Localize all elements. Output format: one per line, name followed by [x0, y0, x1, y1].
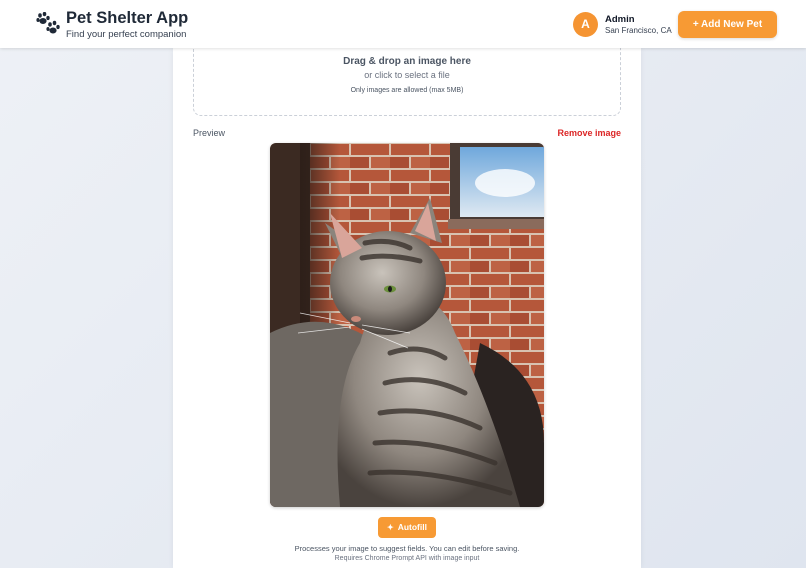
image-dropzone[interactable]: Drag & drop an image here or click to se… — [193, 36, 621, 116]
autofill-help-text: Processes your image to suggest fields. … — [294, 544, 520, 553]
user-location: San Francisco, CA — [605, 26, 672, 35]
remove-image-link[interactable]: Remove image — [557, 128, 621, 138]
preview-label: Preview — [193, 128, 226, 138]
paw-icon — [36, 12, 60, 34]
dropzone-note: Only images are allowed (max 5MB) — [350, 87, 464, 94]
add-new-pet-button[interactable]: + Add New Pet — [678, 11, 777, 38]
app-title: Pet Shelter App — [66, 9, 189, 27]
avatar[interactable]: A — [573, 12, 598, 37]
cat-preview-image — [270, 143, 544, 507]
autofill-button[interactable]: ✦ Autofill — [378, 517, 436, 538]
dropzone-title: Drag & drop an image here — [343, 56, 471, 67]
app-subtitle: Find your perfect companion — [66, 29, 187, 40]
dropzone-subtitle: or click to select a file — [364, 70, 450, 80]
autofill-label: Autofill — [397, 522, 427, 532]
user-name: Admin — [605, 14, 635, 25]
sparkle-icon: ✦ — [387, 523, 394, 532]
app-header: Pet Shelter App Find your perfect compan… — [0, 0, 806, 48]
autofill-requirement-note: Requires Chrome Prompt API with image in… — [334, 555, 480, 562]
